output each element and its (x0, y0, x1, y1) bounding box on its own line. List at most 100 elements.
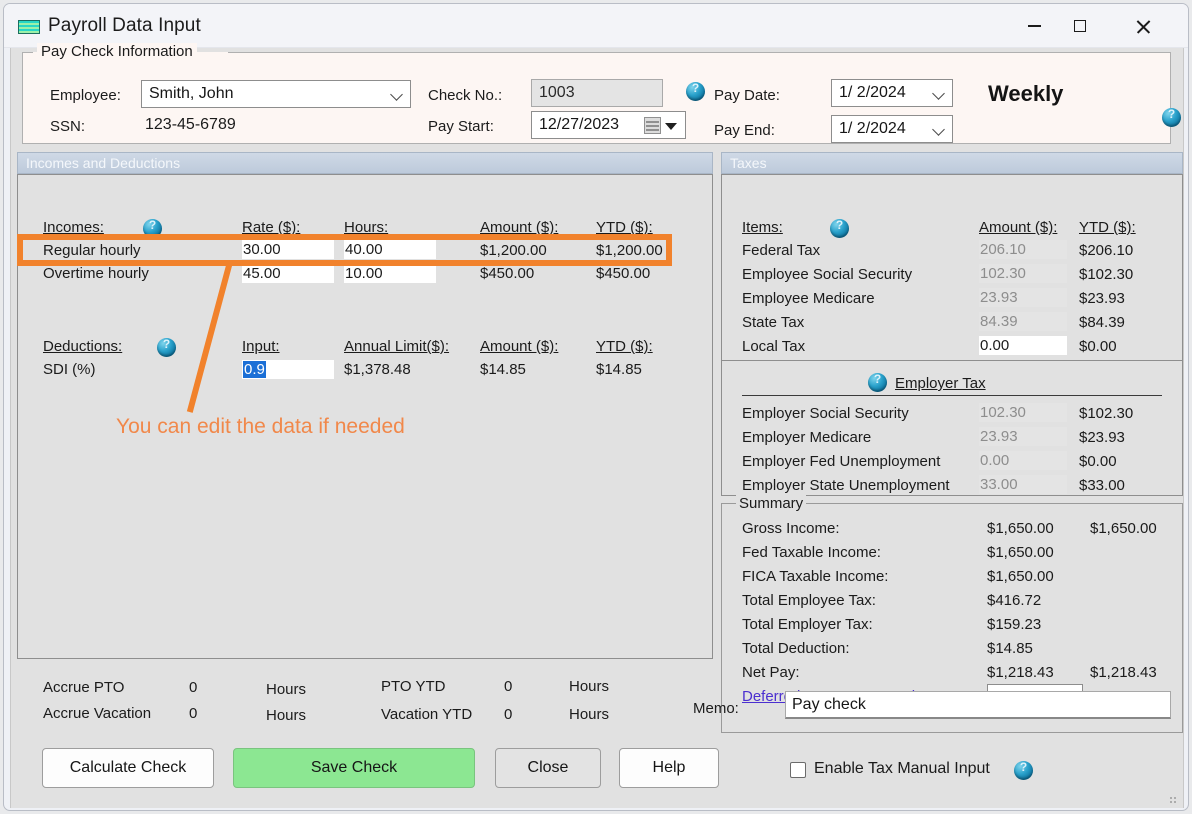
check-no-input[interactable]: 1003 (531, 79, 663, 107)
employer-suta-ytd: $33.00 (1079, 477, 1125, 494)
save-check-button[interactable]: Save Check (233, 748, 475, 788)
regular-rate-input[interactable]: 30.00 (242, 240, 334, 259)
ssn-value: 123-45-6789 (145, 116, 236, 134)
taxes-help-icon[interactable] (830, 219, 849, 238)
summary-title: Summary (736, 495, 806, 512)
sdi-annual-limit: $1,378.48 (344, 361, 411, 378)
overtime-hours-input[interactable]: 10.00 (344, 264, 436, 283)
overtime-amount: $450.00 (480, 265, 534, 282)
federal-tax-ytd: $206.10 (1079, 242, 1133, 259)
enable-tax-manual-input-label: Enable Tax Manual Input (814, 760, 990, 778)
fica-taxable-income-amount: $1,650.00 (987, 568, 1054, 585)
enable-tax-manual-input-help-icon[interactable] (1014, 761, 1033, 780)
close-window-button[interactable] (1120, 4, 1166, 48)
pto-ytd-value: 0 (504, 678, 512, 695)
employer-tax-help-icon[interactable] (868, 373, 887, 392)
pay-start-value: 12/27/2023 (539, 116, 619, 134)
maximize-icon (1074, 20, 1086, 32)
employer-medicare-input[interactable]: 23.93 (979, 427, 1067, 446)
deductions-help-icon[interactable] (157, 338, 176, 357)
employer-ss-ytd: $102.30 (1079, 405, 1133, 422)
window-frame: Payroll Data Input Pay Check Information… (3, 3, 1189, 811)
incomes-help-icon[interactable] (143, 219, 162, 238)
state-tax-input[interactable]: 84.39 (979, 312, 1067, 331)
tax-ytd-col-header: YTD ($): (1079, 219, 1136, 236)
regular-hours-value: 40.00 (345, 241, 383, 258)
employer-suta-input[interactable]: 33.00 (979, 475, 1067, 494)
accrue-vacation-label: Accrue Vacation (43, 705, 151, 722)
taxes-section-header: Taxes (721, 152, 1183, 174)
sdi-amount: $14.85 (480, 361, 526, 378)
close-button[interactable]: Close (495, 748, 601, 788)
deduction-row-label: SDI (%) (43, 361, 96, 378)
chevron-down-icon (390, 88, 403, 101)
tax-row-label: Federal Tax (742, 242, 820, 259)
maximize-button[interactable] (1057, 4, 1103, 48)
pay-frequency-help-icon[interactable] (1162, 108, 1181, 127)
state-tax-amount: 84.39 (980, 313, 1018, 330)
sdi-input[interactable]: 0.9 (242, 360, 334, 379)
employer-taxes-panel: Employer Tax Employer Social Security 10… (721, 361, 1183, 496)
employee-medicare-ytd: $23.93 (1079, 290, 1125, 307)
pay-end-select[interactable]: 1/ 2/2024 (831, 115, 953, 143)
calculate-check-button[interactable]: Calculate Check (42, 748, 214, 788)
regular-hours-input[interactable]: 40.00 (344, 240, 436, 259)
pto-ytd-unit: Hours (569, 678, 609, 695)
employee-ss-input[interactable]: 102.30 (979, 264, 1067, 283)
income-row-label: Overtime hourly (43, 265, 149, 282)
federal-tax-input[interactable]: 206.10 (979, 240, 1067, 259)
resize-grip[interactable] (1169, 796, 1178, 805)
employer-tax-row-label: Employer Medicare (742, 429, 871, 446)
enable-tax-manual-input-checkbox[interactable] (790, 762, 806, 778)
accrue-vacation-value: 0 (189, 705, 197, 722)
employer-tax-row-label: Employer Social Security (742, 405, 909, 422)
check-no-help-icon[interactable] (686, 82, 705, 101)
local-tax-ytd: $0.00 (1079, 338, 1117, 355)
memo-input[interactable]: Pay check (785, 691, 1171, 719)
deduction-ytd-col-header: YTD ($): (596, 338, 653, 355)
employer-tax-row-label: Employer Fed Unemployment (742, 453, 940, 470)
help-button[interactable]: Help (619, 748, 719, 788)
accrue-vacation-unit: Hours (266, 707, 306, 724)
employer-ss-input[interactable]: 102.30 (979, 403, 1067, 422)
summary-row-label: Total Deduction: (742, 640, 850, 657)
minimize-button[interactable] (1011, 4, 1057, 48)
pay-end-value: 1/ 2/2024 (839, 120, 906, 138)
accrue-pto-value: 0 (189, 679, 197, 696)
memo-value: Pay check (792, 696, 866, 714)
tax-row-label: Employee Social Security (742, 266, 912, 283)
summary-row-label: Total Employer Tax: (742, 616, 873, 633)
employer-futa-ytd: $0.00 (1079, 453, 1117, 470)
pay-start-label: Pay Start: (428, 118, 494, 135)
local-tax-input[interactable]: 0.00 (979, 336, 1067, 355)
pay-start-datepicker[interactable]: 12/27/2023 (531, 111, 686, 139)
pto-ytd-label: PTO YTD (381, 678, 445, 695)
tax-amount-col-header: Amount ($): (979, 219, 1057, 236)
employer-tax-divider-label: Employer Tax (895, 375, 986, 392)
regular-amount: $1,200.00 (480, 242, 547, 259)
title-bar: Payroll Data Input (4, 4, 1188, 48)
income-row-label: Regular hourly (43, 242, 141, 259)
employee-select[interactable]: Smith, John (141, 80, 411, 108)
employer-futa-input[interactable]: 0.00 (979, 451, 1067, 470)
close-icon (1135, 18, 1152, 35)
annual-limit-col-header: Annual Limit($): (344, 338, 449, 355)
employee-medicare-input[interactable]: 23.93 (979, 288, 1067, 307)
pay-end-label: Pay End: (714, 122, 775, 139)
bottom-strip (11, 800, 1183, 808)
calculate-check-label: Calculate Check (70, 759, 187, 777)
accrue-pto-label: Accrue PTO (43, 679, 124, 696)
pay-date-select[interactable]: 1/ 2/2024 (831, 79, 953, 107)
incomes-section-header: Incomes and Deductions (17, 152, 713, 174)
overtime-hours-value: 10.00 (345, 265, 383, 282)
minimize-icon (1028, 25, 1041, 27)
pay-date-value: 1/ 2/2024 (839, 84, 906, 102)
check-no-label: Check No.: (428, 87, 502, 104)
regular-rate-value: 30.00 (243, 241, 281, 258)
employer-futa-amount: 0.00 (980, 452, 1009, 469)
deduction-amount-col-header: Amount ($): (480, 338, 558, 355)
employee-ss-amount: 102.30 (980, 265, 1026, 282)
rate-col-header: Rate ($): (242, 219, 300, 236)
overtime-rate-input[interactable]: 45.00 (242, 264, 334, 283)
chevron-down-icon (932, 87, 945, 100)
